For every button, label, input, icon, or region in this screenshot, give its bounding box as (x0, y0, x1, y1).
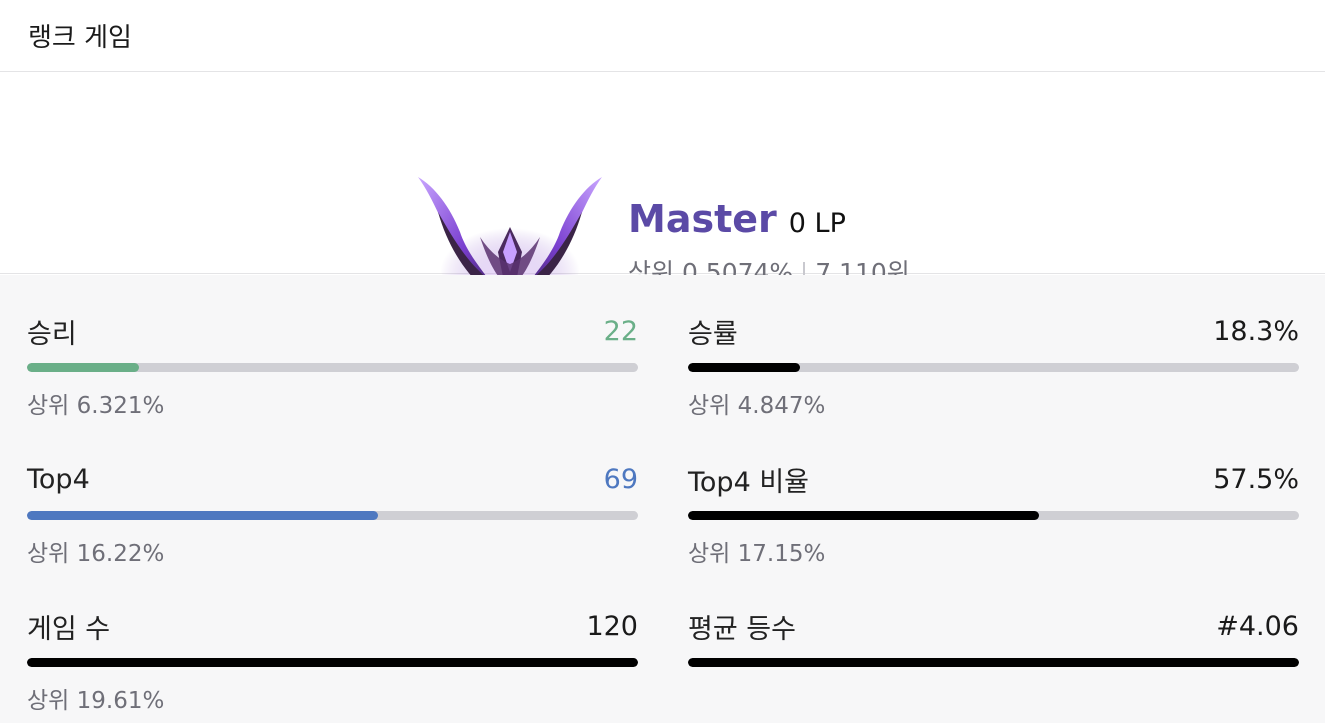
stat-games: 게임 수 120 상위 19.61% (27, 608, 638, 715)
stat-value: 22 (603, 315, 638, 347)
stat-top4-rate: Top4 비율 57.5% 상위 17.15% (688, 461, 1299, 568)
stat-bar-fill (688, 511, 1040, 520)
stat-bar-fill (688, 363, 800, 372)
stat-bar (688, 363, 1299, 372)
stat-percentile: 상위 17.15% (688, 541, 826, 567)
stats-panel: 승리 22 상위 6.321% 승률 18.3% 상위 4.847% Top4 … (0, 275, 1325, 723)
stat-bar (27, 511, 638, 520)
stat-label: Top4 (27, 463, 90, 495)
stat-percentile: 상위 16.22% (27, 541, 165, 567)
stat-label: 승률 (688, 318, 738, 350)
tier-panel: Master 0 LP 상위 0.5074% 7,110위 (0, 72, 1325, 312)
stat-value: 69 (603, 463, 638, 495)
tier-name: Master (628, 197, 777, 241)
stat-bar (27, 363, 638, 372)
stat-bar-fill (27, 363, 139, 372)
stat-bar (688, 511, 1299, 520)
stat-bar-fill (27, 658, 638, 667)
stat-value: 18.3% (1213, 315, 1299, 347)
stat-value: 57.5% (1213, 463, 1299, 495)
stat-bar (688, 658, 1299, 667)
stat-bar-fill (27, 511, 379, 520)
tier-lp: 0 LP (788, 208, 846, 239)
stat-label: Top4 비율 (688, 466, 810, 498)
stat-label: 승리 (27, 318, 77, 350)
stat-avg-placement: 평균 등수 #4.06 (688, 608, 1299, 681)
stat-bar (27, 658, 638, 667)
page-title: 랭크 게임 (28, 23, 132, 53)
stat-value: #4.06 (1216, 610, 1299, 642)
stat-wins: 승리 22 상위 6.321% (27, 313, 638, 420)
page-header: 랭크 게임 (0, 0, 1325, 72)
stat-percentile: 상위 6.321% (27, 393, 165, 419)
stat-label: 평균 등수 (688, 613, 796, 645)
stat-top4: Top4 69 상위 16.22% (27, 461, 638, 568)
stat-value: 120 (586, 610, 638, 642)
stat-win-rate: 승률 18.3% 상위 4.847% (688, 313, 1299, 420)
stat-percentile: 상위 4.847% (688, 393, 826, 419)
stat-label: 게임 수 (27, 613, 111, 645)
stat-bar-fill (688, 658, 1299, 667)
stat-percentile: 상위 19.61% (27, 688, 165, 714)
